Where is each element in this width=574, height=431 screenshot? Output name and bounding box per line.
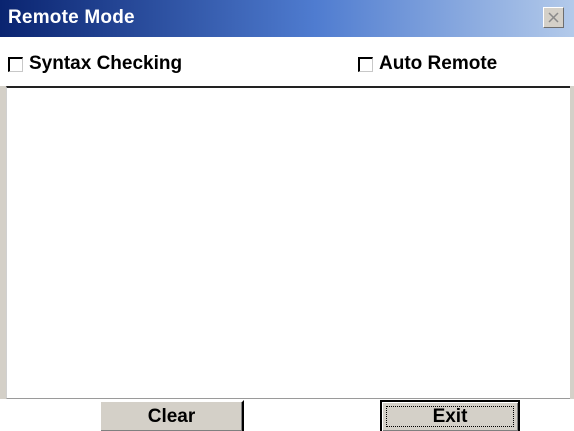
close-button[interactable]: [543, 7, 564, 28]
window-title: Remote Mode: [8, 7, 135, 28]
syntax-checking-option[interactable]: Syntax Checking: [8, 53, 182, 75]
auto-remote-checkbox[interactable]: [358, 56, 373, 72]
auto-remote-label: Auto Remote: [379, 53, 498, 74]
title-bar[interactable]: Remote Mode: [0, 0, 574, 37]
clear-button-label: Clear: [147, 405, 196, 427]
remote-mode-window: Remote Mode Syntax Checking Auto Remote …: [0, 0, 574, 431]
output-area[interactable]: [6, 86, 570, 399]
exit-button[interactable]: Exit: [380, 400, 520, 431]
button-bar: Clear Exit: [0, 399, 574, 431]
clear-button[interactable]: Clear: [99, 400, 244, 431]
auto-remote-option[interactable]: Auto Remote: [358, 53, 497, 75]
options-row: Syntax Checking Auto Remote: [0, 37, 574, 86]
syntax-checking-label: Syntax Checking: [29, 53, 183, 74]
exit-button-label: Exit: [432, 405, 468, 427]
syntax-checking-checkbox[interactable]: [8, 56, 23, 72]
